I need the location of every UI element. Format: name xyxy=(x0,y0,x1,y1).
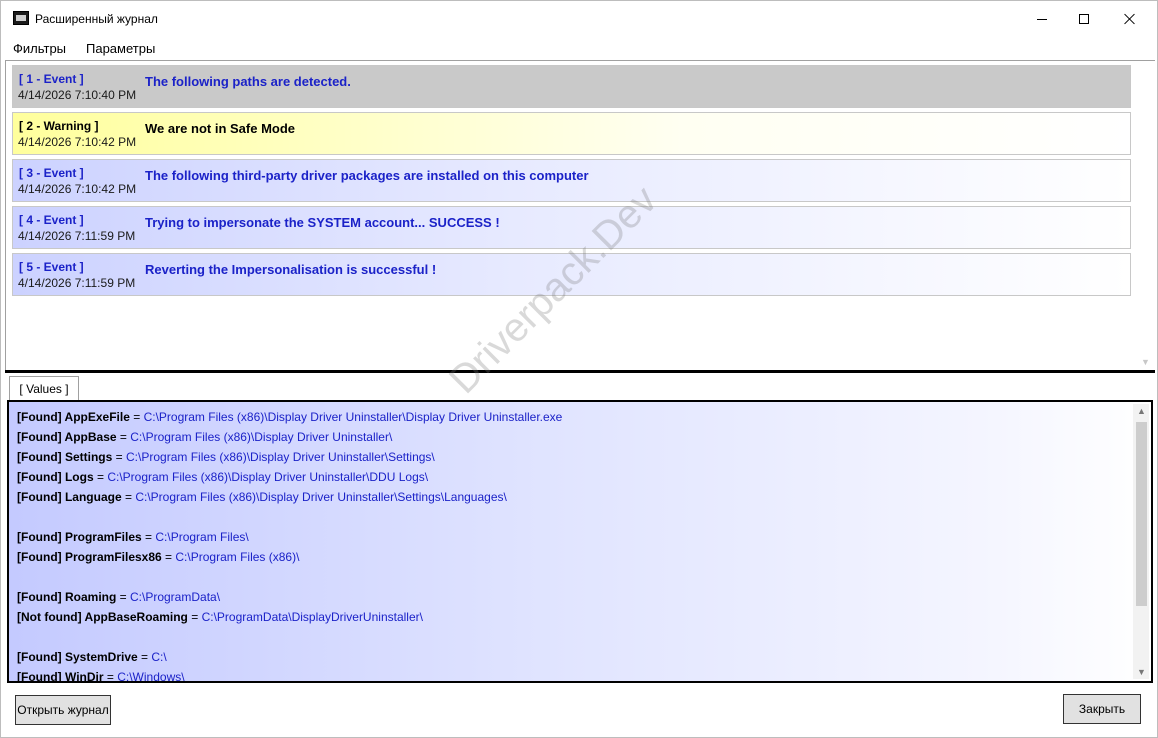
close-icon xyxy=(1124,13,1136,25)
maximize-icon xyxy=(1079,14,1089,24)
close-button[interactable]: Закрыть xyxy=(1063,694,1141,724)
value-equals: = xyxy=(129,410,144,424)
value-path: C:\Program Files\ xyxy=(155,530,249,544)
value-line: [Found] Roaming = C:\ProgramData\ xyxy=(17,590,220,604)
value-equals: = xyxy=(187,610,202,624)
app-icon xyxy=(13,11,29,25)
tab-values[interactable]: [ Values ] xyxy=(9,376,79,400)
maximize-button[interactable] xyxy=(1061,1,1107,37)
entry-message: We are not in Safe Mode xyxy=(145,121,296,136)
scroll-down-icon[interactable]: ▼ xyxy=(1137,667,1146,677)
value-equals: = xyxy=(137,650,152,664)
value-path: C:\ProgramData\DisplayDriverUninstaller\ xyxy=(201,610,423,624)
entry-message: The following paths are detected. xyxy=(145,74,351,89)
entry-time: 4/14/2026 7:11:59 PM xyxy=(18,229,136,243)
value-path: C:\Program Files (x86)\Display Driver Un… xyxy=(143,410,563,424)
entry-message: The following third-party driver package… xyxy=(145,168,589,183)
window-title: Расширенный журнал xyxy=(35,12,158,26)
entry-time: 4/14/2026 7:10:42 PM xyxy=(18,135,137,149)
value-key: [Found] Logs xyxy=(17,470,94,484)
value-key: [Found] Roaming xyxy=(17,590,117,604)
log-entry[interactable]: [ 1 - Event ] 4/14/2026 7:10:40 PM The f… xyxy=(12,65,1131,108)
value-line: [Found] Logs = C:\Program Files (x86)\Di… xyxy=(17,470,428,484)
value-equals: = xyxy=(116,590,130,604)
close-window-button[interactable] xyxy=(1107,1,1153,37)
value-equals: = xyxy=(112,450,127,464)
value-path: C:\Program Files (x86)\Display Driver Un… xyxy=(135,490,507,504)
value-path: C:\ xyxy=(151,650,167,664)
entry-tag: [ 3 - Event ] xyxy=(19,166,84,180)
open-log-button[interactable]: Открыть журнал xyxy=(15,695,111,725)
scroll-down-icon[interactable]: ▼ xyxy=(1141,357,1150,367)
menu-bar: Фильтры Параметры xyxy=(1,37,1157,59)
entry-tag: [ 1 - Event ] xyxy=(19,72,84,86)
log-entry[interactable]: [ 5 - Event ] 4/14/2026 7:11:59 PM Rever… xyxy=(12,253,1131,296)
value-path: C:\Windows\ xyxy=(117,670,185,683)
value-key: [Found] ProgramFilesx86 xyxy=(17,550,162,564)
entry-tag: [ 5 - Event ] xyxy=(19,260,84,274)
value-line: [Found] WinDir = C:\Windows\ xyxy=(17,670,185,683)
scroll-thumb[interactable] xyxy=(1136,422,1147,606)
minimize-icon xyxy=(1037,18,1047,20)
value-line: [Found] AppExeFile = C:\Program Files (x… xyxy=(17,410,562,424)
log-entry[interactable]: [ 2 - Warning ] 4/14/2026 7:10:42 PM We … xyxy=(12,112,1131,155)
values-text-panel[interactable]: [Found] AppExeFile = C:\Program Files (x… xyxy=(7,400,1153,683)
value-equals: = xyxy=(121,490,136,504)
menu-filters[interactable]: Фильтры xyxy=(13,41,66,56)
value-key: [Found] Settings xyxy=(17,450,113,464)
menu-parameters[interactable]: Параметры xyxy=(86,41,155,56)
value-key: [Found] WinDir xyxy=(17,670,104,683)
value-key: [Found] SystemDrive xyxy=(17,650,138,664)
log-entries-pane: [ 1 - Event ] 4/14/2026 7:10:40 PM The f… xyxy=(5,60,1155,370)
bottom-button-bar: Открыть журнал Закрыть xyxy=(5,683,1155,735)
value-line: [Found] AppBase = C:\Program Files (x86)… xyxy=(17,430,392,444)
value-line: [Found] Language = C:\Program Files (x86… xyxy=(17,490,507,504)
minimize-button[interactable] xyxy=(1019,1,1065,37)
scroll-up-icon[interactable]: ▲ xyxy=(1137,406,1146,416)
entry-message: Trying to impersonate the SYSTEM account… xyxy=(145,215,500,230)
value-equals: = xyxy=(103,670,118,683)
value-equals: = xyxy=(116,430,131,444)
entry-time: 4/14/2026 7:10:42 PM xyxy=(18,182,137,196)
value-path: C:\Program Files (x86)\Display Driver Un… xyxy=(107,470,429,484)
log-scrollbar[interactable]: ▼ xyxy=(1139,65,1153,367)
value-key: [Found] Language xyxy=(17,490,122,504)
value-line: [Found] ProgramFiles = C:\Program Files\ xyxy=(17,530,249,544)
entry-tag: [ 2 - Warning ] xyxy=(19,119,99,133)
value-key: [Found] ProgramFiles xyxy=(17,530,142,544)
value-path: C:\ProgramData\ xyxy=(130,590,221,604)
entry-tag: [ 4 - Event ] xyxy=(19,213,84,227)
value-line: [Found] SystemDrive = C:\ xyxy=(17,650,167,664)
value-equals: = xyxy=(93,470,108,484)
entry-time: 4/14/2026 7:11:59 PM xyxy=(18,276,136,290)
value-key: [Found] AppExeFile xyxy=(17,410,130,424)
entry-time: 4/14/2026 7:10:40 PM xyxy=(18,88,137,102)
value-path: C:\Program Files (x86)\ xyxy=(175,550,300,564)
entry-message: Reverting the Impersonalisation is succe… xyxy=(145,262,437,277)
log-entry[interactable]: [ 3 - Event ] 4/14/2026 7:10:42 PM The f… xyxy=(12,159,1131,202)
value-path: C:\Program Files (x86)\Display Driver Un… xyxy=(126,450,435,464)
value-key: [Not found] AppBaseRoaming xyxy=(17,610,188,624)
value-line: [Not found] AppBaseRoaming = C:\ProgramD… xyxy=(17,610,423,624)
log-entry[interactable]: [ 4 - Event ] 4/14/2026 7:11:59 PM Tryin… xyxy=(12,206,1131,249)
values-scrollbar[interactable]: ▲ ▼ xyxy=(1133,404,1149,679)
pane-splitter[interactable] xyxy=(5,370,1155,373)
value-line: [Found] Settings = C:\Program Files (x86… xyxy=(17,450,435,464)
value-line: [Found] ProgramFilesx86 = C:\Program Fil… xyxy=(17,550,299,564)
value-path: C:\Program Files (x86)\Display Driver Un… xyxy=(130,430,393,444)
value-key: [Found] AppBase xyxy=(17,430,117,444)
value-equals: = xyxy=(141,530,156,544)
value-equals: = xyxy=(161,550,176,564)
title-bar: Расширенный журнал xyxy=(1,1,1157,37)
extended-log-window: Расширенный журнал Фильтры Параметры [ 1… xyxy=(0,0,1158,738)
